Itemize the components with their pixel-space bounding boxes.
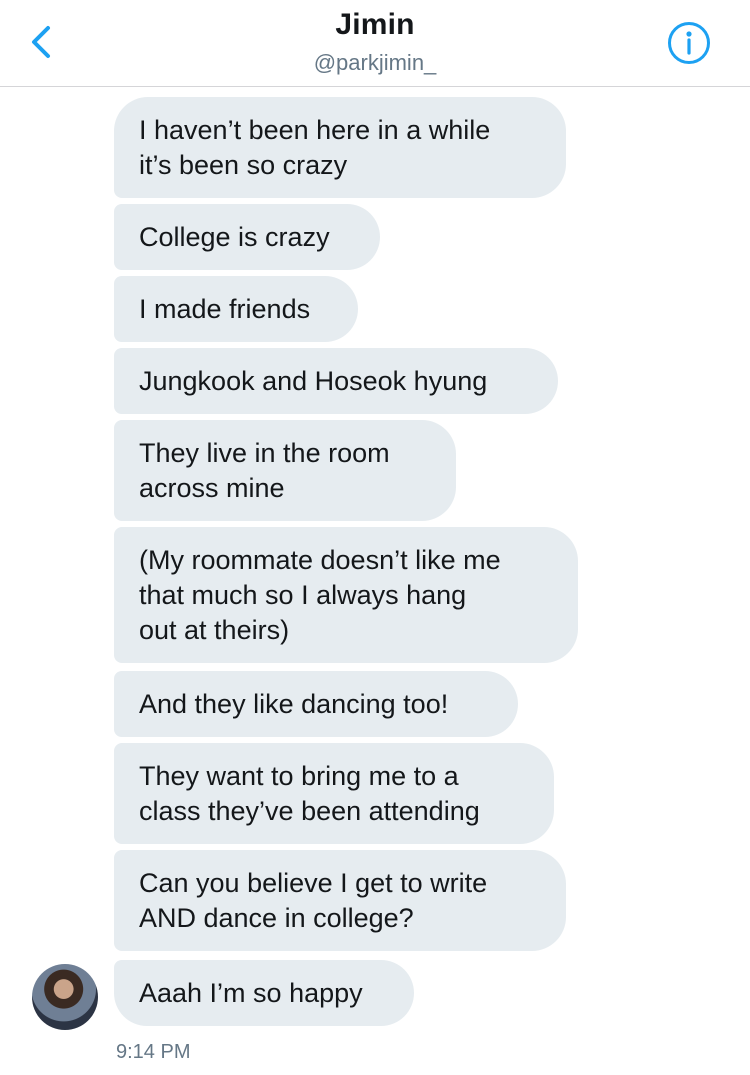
message-bubble[interactable]: Can you believe I get to write AND dance… bbox=[114, 850, 566, 951]
message-timestamp: 9:14 PM bbox=[116, 1041, 191, 1063]
info-circle-icon bbox=[668, 22, 710, 64]
sender-avatar[interactable] bbox=[32, 964, 98, 1030]
message-bubble[interactable]: They want to bring me to a class they’ve… bbox=[114, 743, 554, 844]
message-bubble[interactable]: I haven’t been here in a while it’s been… bbox=[114, 97, 566, 198]
message-bubble[interactable]: And they like dancing too! bbox=[114, 671, 518, 737]
message-thread[interactable]: I haven’t been here in a while it’s been… bbox=[0, 86, 750, 1075]
message-bubble[interactable]: They live in the room across mine bbox=[114, 420, 456, 521]
conversation-title[interactable]: Jimin bbox=[0, 8, 750, 42]
conversation-handle: @parkjimin_ bbox=[313, 50, 437, 75]
message-bubble[interactable]: Jungkook and Hoseok hyung bbox=[114, 348, 558, 414]
message-bubble[interactable]: I made friends bbox=[114, 276, 358, 342]
message-bubble[interactable]: College is crazy bbox=[114, 204, 380, 270]
conversation-header: Jimin @parkjimin_ bbox=[0, 0, 750, 87]
message-bubble[interactable]: (My roommate doesn’t like me that much s… bbox=[114, 527, 578, 663]
info-button[interactable] bbox=[667, 21, 711, 65]
message-bubble[interactable]: Aaah I’m so happy bbox=[114, 960, 414, 1026]
